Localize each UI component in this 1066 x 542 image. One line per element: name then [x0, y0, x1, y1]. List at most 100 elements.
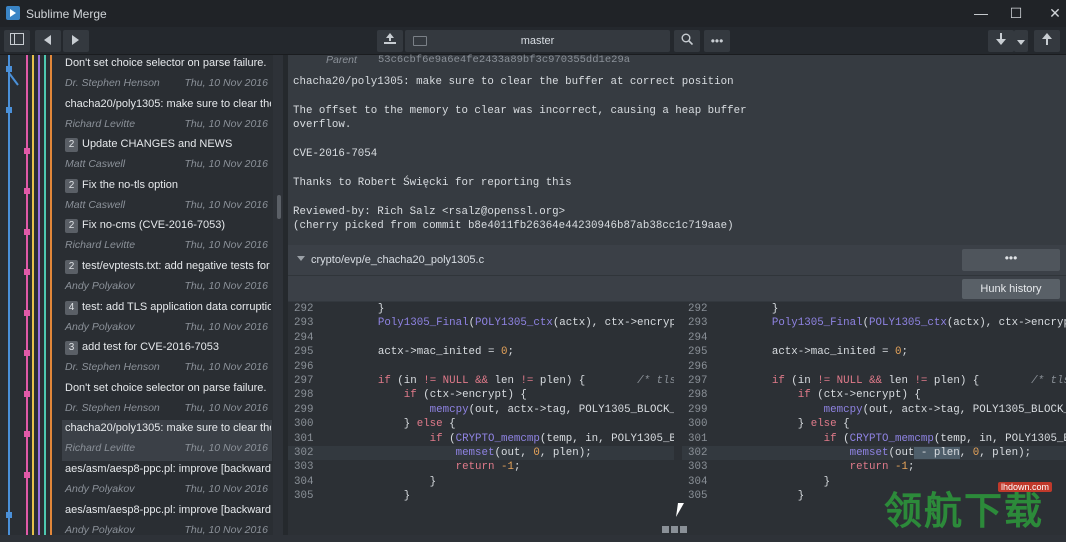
commit-summary-text: test/evptests.txt: add negative tests fo… [82, 260, 270, 272]
commit-date: Thu, 10 Nov 2016 [184, 198, 268, 211]
file-count-badge: 2 [65, 178, 78, 193]
pull-options-button[interactable] [1014, 30, 1028, 52]
commit-summary-text: Fix the no-tls option [82, 178, 178, 191]
commit-message-summary: Don't set choice selector on parse failu… [65, 382, 271, 394]
commit-author: Richard Levitte [65, 117, 136, 130]
search-button[interactable] [674, 30, 700, 52]
close-button[interactable]: ✕ [1040, 3, 1066, 23]
message-line: overflow. [293, 119, 352, 131]
forward-arrow-icon [72, 35, 79, 45]
commit-row[interactable]: 2 Fix no-cms (CVE-2016-7053) Richard Levit… [62, 217, 272, 258]
commit-summary-text: test: add TLS application data corruptio [82, 300, 271, 313]
commit-row[interactable]: 2 test/evptests.txt: add negative tests f… [62, 258, 272, 299]
back-arrow-icon [44, 35, 51, 45]
diff-resize-handle[interactable] [662, 520, 692, 533]
stash-button[interactable] [377, 30, 403, 52]
commit-row[interactable]: 2 Fix the no-tls option Matt Caswell Thu, 1… [62, 177, 272, 218]
toggle-sidebar-button[interactable] [4, 30, 30, 52]
title-bar: Sublime Merge — ☐ ✕ [0, 0, 1066, 27]
graph-node [24, 188, 30, 194]
commit-row[interactable]: 3 add test for CVE-2016-7053 Dr. Stephen H… [62, 339, 272, 380]
diff-left-column: 292 } 293 Poly1305_Final(POLY1305_ctx(ac… [288, 302, 674, 535]
pull-arrow-icon [996, 33, 1006, 45]
commit-summary-text: Don't set choice selector on parse failu… [65, 381, 267, 394]
commit-date: Thu, 10 Nov 2016 [184, 523, 268, 536]
commit-row[interactable]: Don't set choice selector on parse failu… [62, 55, 272, 96]
hunk-history-button[interactable]: Hunk history [962, 279, 1060, 299]
graph-node [24, 350, 30, 356]
commit-message-summary: 2 Fix no-cms (CVE-2016-7053) [65, 219, 271, 234]
collapse-chevron-icon[interactable] [297, 256, 305, 261]
commit-summary-text: chacha20/poly1305: make sure to clear th… [65, 97, 271, 110]
window-title: Sublime Merge [26, 7, 107, 21]
commit-row[interactable]: 2 Update CHANGES and NEWS Matt Caswell Thu,… [62, 136, 272, 177]
commit-row[interactable]: chacha20/poly1305: make sure to clear th… [62, 96, 272, 137]
file-count-badge: 2 [65, 219, 78, 234]
graph-node [24, 391, 30, 397]
pull-button[interactable] [988, 30, 1014, 52]
toolbar: master ••• [0, 27, 1066, 55]
graph-node [24, 229, 30, 235]
maximize-button[interactable]: ☐ [1001, 3, 1031, 23]
message-line: Thanks to Robert Święcki for reporting t… [293, 177, 572, 189]
more-menu-button[interactable]: ••• [704, 30, 730, 52]
graph-node [24, 310, 30, 316]
file-count-badge: 2 [65, 138, 78, 153]
graph-node [24, 148, 30, 154]
minimize-button[interactable]: — [966, 3, 996, 23]
commit-row[interactable]: aes/asm/aesp8-ppc.pl: improve [backward]… [62, 502, 272, 542]
commit-author: Dr. Stephen Henson [65, 361, 160, 374]
commit-message-summary: Don't set choice selector on parse failu… [65, 57, 271, 69]
commit-message-summary: 2 Update CHANGES and NEWS [65, 138, 271, 153]
commit-author: Andy Polyakov [65, 320, 135, 333]
commit-summary-text: Update CHANGES and NEWS [82, 138, 233, 151]
back-button[interactable] [35, 30, 61, 52]
branch-selector[interactable]: master [405, 30, 670, 52]
watermark: 领航下载 lhdown.com [880, 478, 1066, 535]
file-name: crypto/evp/e_chacha20_poly1305.c [311, 254, 485, 266]
push-button[interactable] [1034, 30, 1060, 52]
commit-row[interactable]: chacha20/poly1305: make sure to clear th… [62, 420, 272, 461]
watermark-domain: lhdown.com [998, 482, 1053, 492]
commit-date: Thu, 10 Nov 2016 [184, 483, 268, 495]
stash-icon [384, 33, 396, 44]
commit-date: Thu, 10 Nov 2016 [184, 77, 268, 89]
commit-author: Andy Polyakov [65, 523, 135, 536]
commit-date: Thu, 10 Nov 2016 [184, 239, 268, 252]
push-arrow-icon [1042, 33, 1052, 45]
commit-row[interactable]: aes/asm/aesp8-ppc.pl: improve [backward]… [62, 461, 272, 502]
commit-author: Richard Levitte [65, 442, 136, 455]
message-line: CVE-2016-7054 [293, 148, 378, 160]
commit-author: Matt Caswell [65, 198, 126, 211]
hunk-toolbar: Hunk history [288, 275, 1066, 301]
graph-node [24, 472, 30, 478]
forward-button[interactable] [63, 30, 89, 52]
commit-row[interactable]: Don't set choice selector on parse failu… [62, 380, 272, 421]
commit-list-scrollbar[interactable] [277, 195, 281, 219]
parent-hash[interactable]: 53c6cbf6e9a6e4fe2433a89bf3c970355dd1e29a [378, 54, 630, 66]
file-count-badge: 2 [65, 260, 78, 274]
file-header[interactable]: crypto/evp/e_chacha20_poly1305.c ••• [288, 245, 1066, 275]
graph-node [6, 66, 12, 72]
file-more-button[interactable]: ••• [962, 249, 1060, 271]
commit-author: Dr. Stephen Henson [65, 77, 160, 89]
commit-message-summary: aes/asm/aesp8-ppc.pl: improve [backward] [65, 504, 271, 516]
graph-node [24, 431, 30, 437]
graph-node [6, 107, 12, 113]
commit-message: Parent 53c6cbf6e9a6e4fe2433a89bf3c970355… [288, 54, 1066, 245]
file-count-badge: 3 [65, 341, 78, 356]
commit-date: Thu, 10 Nov 2016 [184, 401, 268, 414]
commit-message-summary: 2 Fix the no-tls option [65, 178, 271, 193]
commit-summary-text: aes/asm/aesp8-ppc.pl: improve [backward] [65, 503, 271, 516]
message-line: chacha20/poly1305: make sure to clear th… [293, 76, 734, 88]
commit-row[interactable]: 4 test: add TLS application data corrupti… [62, 299, 272, 340]
terminal-icon [413, 36, 427, 46]
parent-label: Parent [326, 54, 357, 66]
commit-date: Thu, 10 Nov 2016 [184, 361, 268, 374]
chevron-down-icon [1017, 40, 1025, 45]
commit-author: Matt Caswell [65, 158, 126, 171]
sidebar-icon [10, 33, 24, 45]
commit-author: Andy Polyakov [65, 280, 135, 292]
message-line: (cherry picked from commit b8e4011fb2636… [293, 220, 734, 232]
commit-message-summary: chacha20/poly1305: make sure to clear th… [65, 98, 271, 110]
